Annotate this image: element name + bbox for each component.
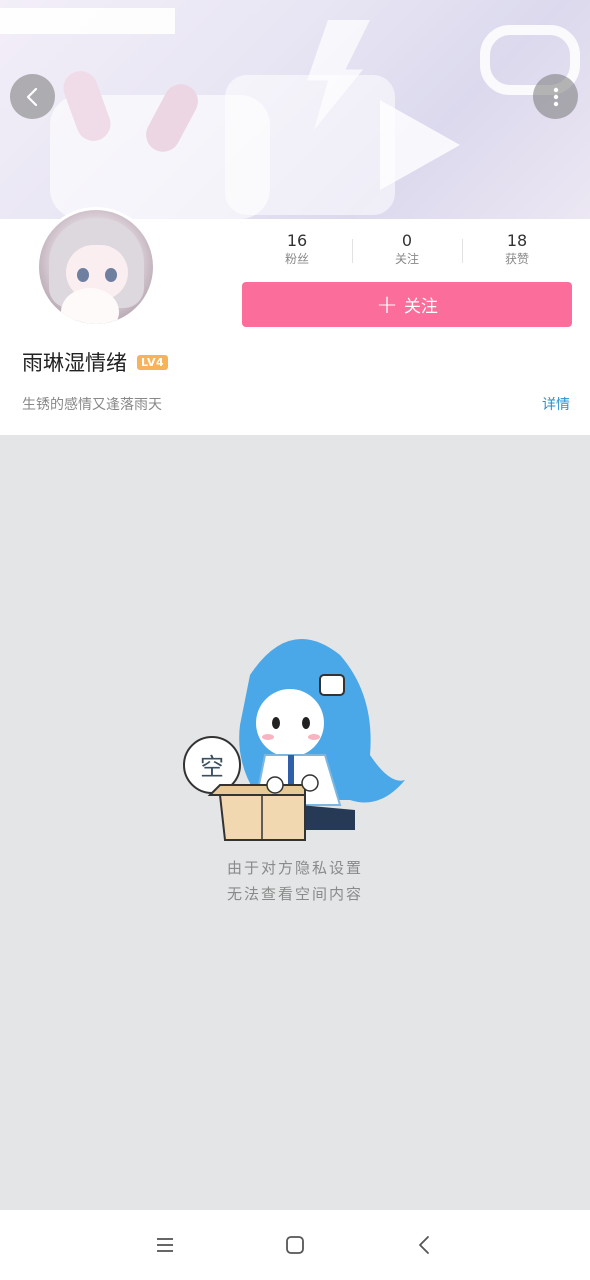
username-row: 雨琳湿情绪 LV4 [22,347,169,377]
stat-value: 0 [401,231,413,250]
stat-label: 获赞 [504,252,529,266]
profile-banner [0,0,590,219]
username: 雨琳湿情绪 [22,351,127,375]
stat-followers[interactable]: 16 粉丝 [242,231,352,273]
menu-icon [157,1238,173,1252]
system-nav-bar [0,1210,590,1280]
vertical-dots-icon [553,87,558,106]
banner-shape [225,75,395,215]
chevron-left-icon [419,1236,429,1254]
system-back-button[interactable] [410,1230,440,1260]
banner-shape [380,100,460,190]
stat-value: 18 [506,231,528,250]
chevron-left-icon [26,87,37,106]
stat-label: 关注 [394,252,419,266]
profile-card: 16 粉丝 0 关注 18 获赞 + 关注 雨琳湿情绪 LV4 生锈的感情又逢落… [0,207,590,435]
bubble-text: 空 [200,753,224,781]
stat-label: 粉丝 [284,252,309,266]
stat-following[interactable]: 0 关注 [352,231,462,273]
level-badge: LV4 [137,354,169,370]
follow-label: 关注 [403,297,438,317]
avatar[interactable] [36,207,156,327]
empty-state: 空 由于对方隐私设置 无法查看空间内容 [0,435,590,1210]
empty-message: 由于对方隐私设置 无法查看空间内容 [0,855,590,907]
square-icon [286,1236,304,1254]
menu-button[interactable] [150,1230,180,1260]
stats-row: 16 粉丝 0 关注 18 获赞 [242,231,572,273]
follow-button[interactable]: + 关注 [242,282,572,327]
more-button[interactable] [533,74,578,119]
plus-icon: + [376,289,398,320]
home-button[interactable] [280,1230,310,1260]
back-button[interactable] [10,74,55,119]
empty-illustration: 空 [183,639,405,841]
banner-shape [0,8,175,34]
stat-likes[interactable]: 18 获赞 [462,231,572,273]
detail-link[interactable]: 详情 [542,394,570,414]
empty-line-2: 无法查看空间内容 [226,885,363,903]
stat-value: 16 [286,231,308,250]
bio: 生锈的感情又逢落雨天 [22,397,162,413]
empty-line-1: 由于对方隐私设置 [226,859,363,877]
